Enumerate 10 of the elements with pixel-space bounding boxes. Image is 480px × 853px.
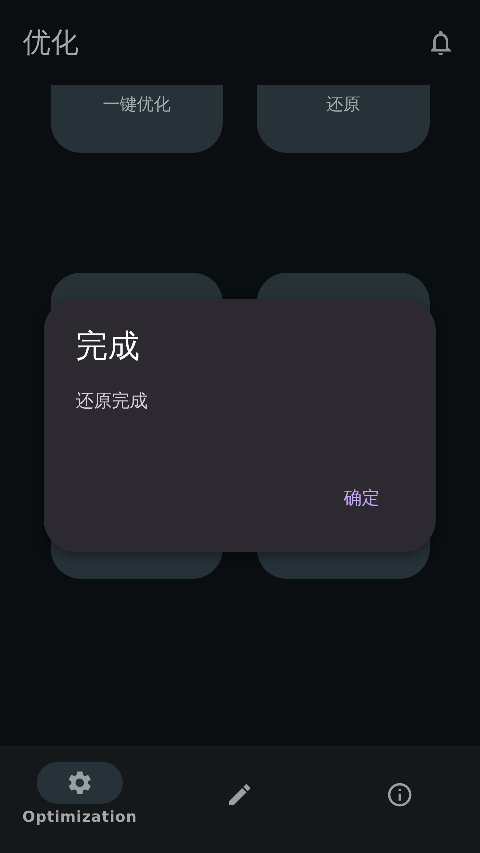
info-icon bbox=[386, 781, 414, 809]
settings-icon bbox=[66, 769, 94, 797]
dialog-message: 还原完成 bbox=[76, 390, 148, 413]
confirm-button[interactable]: 确定 bbox=[320, 482, 404, 514]
action-card[interactable]: 一键优化 bbox=[51, 85, 223, 153]
action-card[interactable]: 还原 bbox=[257, 85, 430, 153]
page-title: 优化 bbox=[23, 24, 79, 60]
dialog-title: 完成 bbox=[76, 326, 140, 367]
nav-tab[interactable] bbox=[37, 762, 123, 804]
nav-label: Optimization bbox=[22, 808, 138, 826]
